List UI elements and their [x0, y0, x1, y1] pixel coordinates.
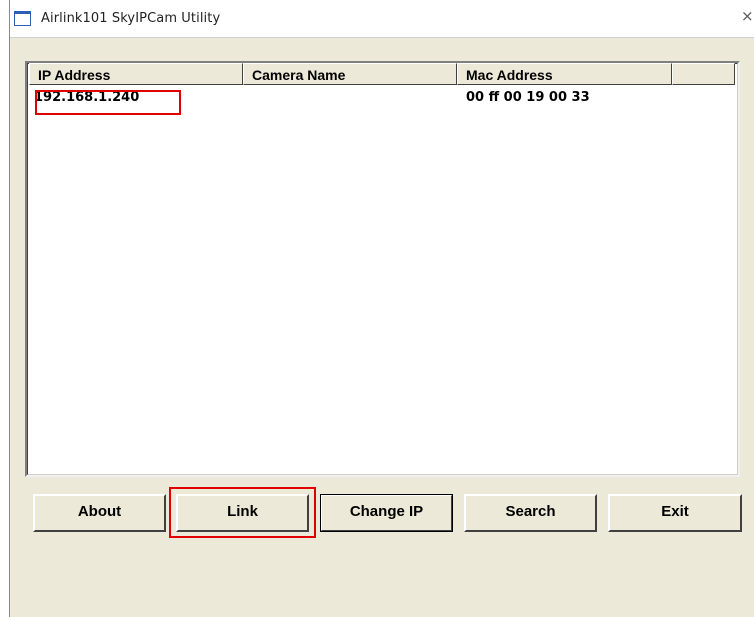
- column-header-camera-name[interactable]: Camera Name: [243, 63, 457, 85]
- ip-highlight-annotation: [35, 90, 181, 115]
- search-button[interactable]: Search: [464, 494, 597, 532]
- list-header: IP Address Camera Name Mac Address: [27, 63, 739, 85]
- column-header-blank[interactable]: [672, 63, 735, 85]
- window-icon: [14, 11, 31, 26]
- title-bar: Airlink101 SkyIPCam Utility ×: [10, 0, 754, 38]
- about-button[interactable]: About: [33, 494, 166, 532]
- window-title: Airlink101 SkyIPCam Utility: [41, 11, 221, 26]
- link-highlight-annotation: [169, 487, 316, 538]
- column-header-ip-address[interactable]: IP Address: [29, 63, 243, 85]
- change-ip-button[interactable]: Change IP: [320, 494, 453, 532]
- exit-button[interactable]: Exit: [608, 494, 742, 532]
- column-header-mac-address[interactable]: Mac Address: [457, 63, 672, 85]
- close-icon[interactable]: ×: [741, 7, 754, 25]
- cell-mac-address: 00 ff 00 19 00 33: [466, 90, 590, 105]
- camera-list-frame: [27, 63, 738, 475]
- camera-list[interactable]: IP Address Camera Name Mac Address 192.1…: [25, 61, 740, 477]
